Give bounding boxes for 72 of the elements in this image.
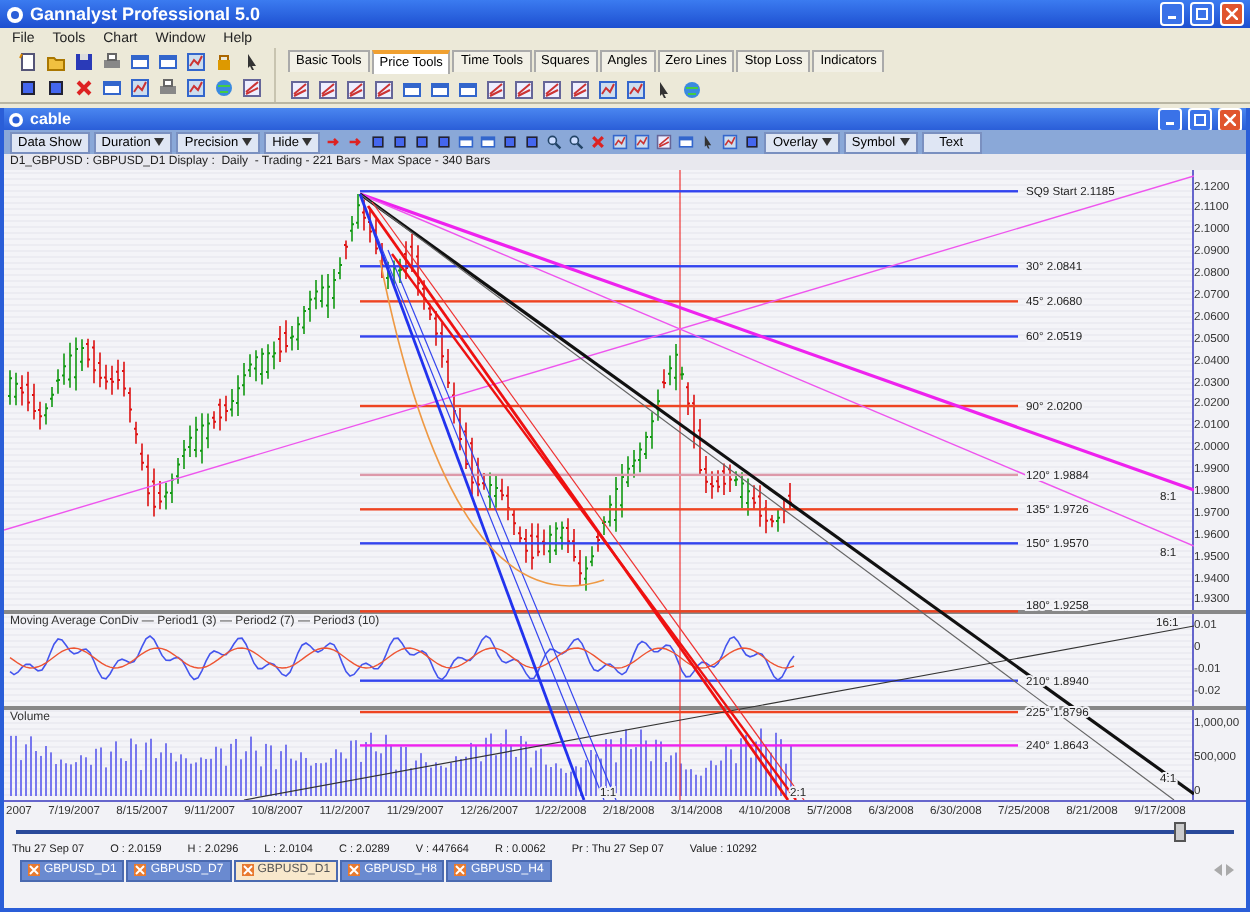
chart-icon[interactable] <box>611 134 628 150</box>
chart-tab-icon <box>241 864 254 876</box>
maximize-icon <box>1194 113 1206 125</box>
magnifier-icon[interactable] <box>545 134 562 150</box>
caret-icon <box>899 138 910 146</box>
chart-icon[interactable] <box>129 77 149 97</box>
chart-tab-icon <box>454 864 467 876</box>
window-icon[interactable] <box>677 134 694 150</box>
globe-icon[interactable] <box>213 77 233 97</box>
close-button[interactable] <box>1220 2 1244 26</box>
close-icon <box>1226 8 1238 20</box>
caret-icon <box>821 138 832 146</box>
app-icon <box>8 111 24 127</box>
lines-icon[interactable] <box>289 79 309 99</box>
printer-icon[interactable] <box>101 51 121 71</box>
chart-tab-icon <box>134 864 147 876</box>
window-title: Gannalyst Professional 5.0 <box>30 4 263 24</box>
chart-icon[interactable] <box>185 77 205 97</box>
square-icon[interactable] <box>391 134 408 150</box>
square-icon[interactable] <box>413 134 430 150</box>
caret-icon <box>242 138 253 146</box>
lines-icon[interactable] <box>241 77 261 97</box>
window-icon[interactable] <box>157 51 177 71</box>
chart-window-title: cable <box>30 110 73 128</box>
chart-icon[interactable] <box>633 134 650 150</box>
close-button[interactable] <box>1218 107 1242 131</box>
save-icon[interactable] <box>73 51 93 71</box>
maximize-icon <box>1196 8 1208 20</box>
document-icon[interactable] <box>17 51 37 71</box>
lines-icon[interactable] <box>373 79 393 99</box>
close-icon <box>1224 113 1236 125</box>
maximize-button[interactable] <box>1188 107 1212 131</box>
window-icon[interactable] <box>129 51 149 71</box>
chart-tab-icon <box>28 864 40 876</box>
lines-icon[interactable] <box>513 79 533 99</box>
square-icon[interactable] <box>369 134 386 150</box>
window-icon[interactable] <box>457 79 477 99</box>
lines-icon[interactable] <box>345 79 365 99</box>
minimize-button[interactable] <box>1158 107 1182 131</box>
printer-icon[interactable] <box>157 77 177 97</box>
lines-icon[interactable] <box>655 134 672 150</box>
lines-icon[interactable] <box>541 79 561 99</box>
window-icon[interactable] <box>479 134 496 150</box>
slider-thumb[interactable] <box>1173 822 1186 842</box>
app-icon <box>6 5 24 23</box>
maximize-button[interactable] <box>1190 2 1214 26</box>
square-icon[interactable] <box>501 134 518 150</box>
square-icon[interactable] <box>435 134 452 150</box>
window-icon[interactable] <box>401 79 421 99</box>
lines-icon[interactable] <box>569 79 589 99</box>
window-icon[interactable] <box>101 77 121 97</box>
square-icon[interactable] <box>17 77 37 97</box>
lines-icon[interactable] <box>485 79 505 99</box>
window-icon[interactable] <box>457 134 474 150</box>
square-icon[interactable] <box>45 77 65 97</box>
chart-tab-icon <box>348 864 361 876</box>
square-icon[interactable] <box>523 134 540 150</box>
minimize-button[interactable] <box>1160 2 1184 26</box>
globe-icon[interactable] <box>681 79 701 99</box>
magnifier-icon[interactable] <box>567 134 584 150</box>
cursor-icon[interactable] <box>699 134 716 150</box>
chart-icon[interactable] <box>625 79 645 99</box>
caret-icon <box>302 138 313 146</box>
close-icon[interactable] <box>73 77 93 97</box>
square-icon[interactable] <box>743 134 760 150</box>
caret-icon <box>154 138 165 146</box>
chart-icon[interactable] <box>185 51 205 71</box>
chart-icon[interactable] <box>597 79 617 99</box>
chart-icon[interactable] <box>721 134 738 150</box>
lock-icon[interactable] <box>213 51 233 71</box>
lines-icon[interactable] <box>317 79 337 99</box>
window-icon[interactable] <box>429 79 449 99</box>
